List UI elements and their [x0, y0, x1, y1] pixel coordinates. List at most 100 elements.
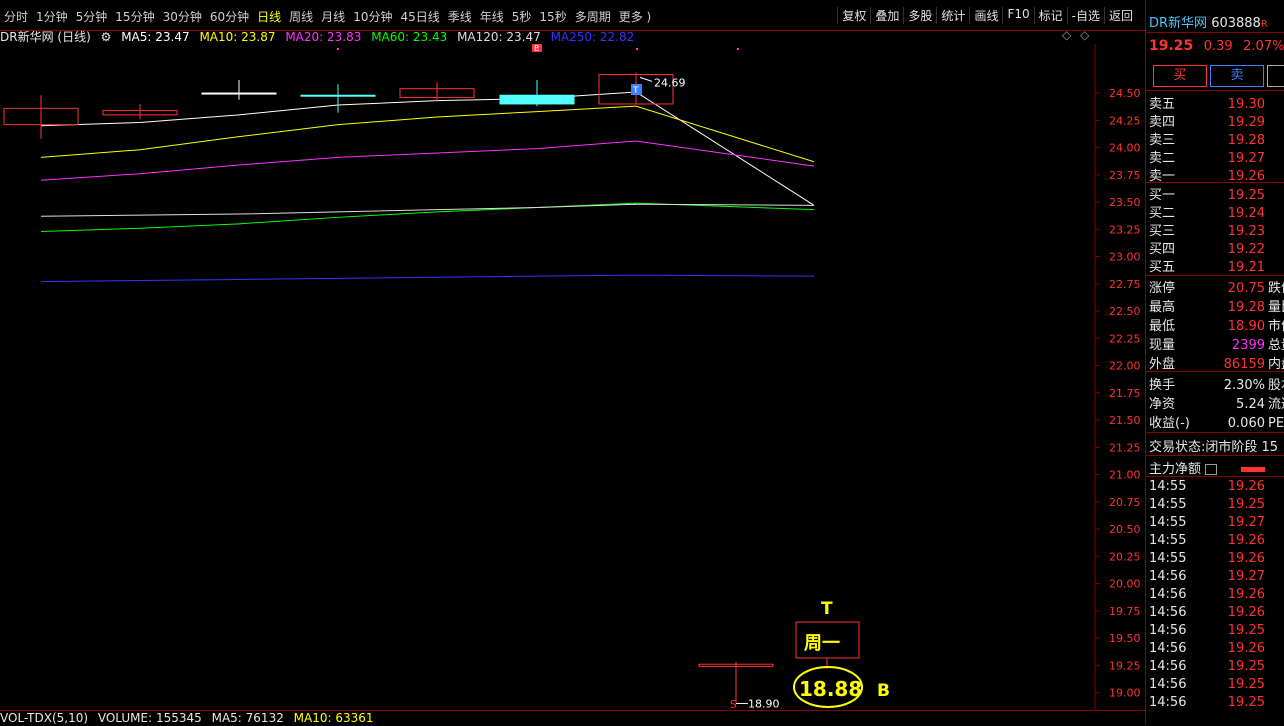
tab-12[interactable]: 年线 — [480, 8, 504, 25]
list-icon[interactable] — [1205, 464, 1218, 475]
ticks-value: 19.27 — [1227, 569, 1265, 584]
ma10-label: MA10: 23.87 — [199, 30, 276, 44]
ticks-label: 14:56 — [1149, 677, 1187, 692]
y-tick-label: 19.00 — [1109, 687, 1141, 700]
stats2-value: 2.30% — [1223, 378, 1265, 393]
stats2-label: 换手 — [1149, 378, 1176, 393]
ticks-row: 14:56 19.25 — [1149, 623, 1284, 641]
stats2-value: 0.060 — [1227, 416, 1265, 431]
asks-label: 卖三 — [1149, 133, 1176, 148]
toolbar-button-4[interactable]: 画线 — [969, 7, 1002, 24]
ticks-value: 19.27 — [1227, 515, 1265, 530]
candle-body — [201, 92, 277, 95]
low-label: 18.90 — [748, 697, 780, 710]
stats-value: 86159 — [1223, 357, 1265, 372]
ticks-value: 19.26 — [1227, 587, 1265, 602]
bids-value: 19.25 — [1227, 188, 1265, 203]
stats-row: 涨停 20.75跌停 — [1149, 277, 1284, 296]
tab-0[interactable]: 分时 — [4, 8, 28, 25]
tab-1[interactable]: 1分钟 — [36, 8, 68, 25]
kline-chart[interactable]: 24.50 24.25 24.00 23.75 23.50 23.25 23.00 22.75… — [0, 44, 1145, 710]
diamond-icon[interactable]: ◇ — [1062, 28, 1071, 42]
weekday-label: 周一 — [804, 633, 840, 654]
ma5-line — [40, 91, 815, 206]
toolbar-button-6[interactable]: 标记 — [1033, 7, 1067, 24]
toolbar-button-3[interactable]: 统计 — [936, 7, 969, 24]
toggle-icon[interactable]: ◇ — [1080, 28, 1089, 42]
toolbar-button-5[interactable]: F10 — [1002, 7, 1033, 24]
ma60-label: MA60: 23.43 — [371, 30, 448, 44]
stats-label2: 跌停 — [1268, 281, 1284, 296]
more-button[interactable] — [1267, 65, 1284, 87]
divider — [1146, 432, 1284, 433]
bids-label: 买五 — [1149, 260, 1176, 275]
ma120-label: MA120: 23.47 — [457, 30, 541, 44]
chart-header: DR新华网 (日线) ⚙ MA5: 23.47 MA10: 23.87 MA20… — [0, 28, 1095, 44]
ticks-value: 19.26 — [1227, 641, 1265, 656]
tab-15[interactable]: 多周期 — [575, 8, 611, 25]
tab-4[interactable]: 30分钟 — [163, 8, 202, 25]
tab-16[interactable]: 更多 ) — [619, 8, 652, 25]
y-tick-label: 23.50 — [1109, 196, 1141, 209]
asks-label: 卖四 — [1149, 115, 1176, 130]
asks-value: 19.27 — [1227, 151, 1265, 166]
stats-label2: 总量 — [1268, 338, 1284, 353]
vol-name: VOL-TDX(5,10) — [0, 711, 89, 725]
b-annotation: B — [877, 681, 890, 701]
tab-2[interactable]: 5分钟 — [76, 8, 108, 25]
netflow-bar — [1241, 467, 1266, 472]
tool-buttons: 复权 叠加 多股 统计 画线 F10 标记 -自选 返回 — [837, 7, 1137, 24]
tab-6[interactable]: 日线 — [257, 8, 281, 25]
tab-8[interactable]: 月线 — [321, 8, 345, 25]
asks-label: 卖二 — [1149, 151, 1176, 166]
ticks-label: 14:55 — [1149, 533, 1187, 548]
y-tick-label: 23.25 — [1109, 223, 1141, 236]
ticks-row: 14:56 19.26 — [1149, 587, 1284, 605]
stats2-row: 收益(-) 0.060 PE — [1149, 412, 1284, 431]
tab-11[interactable]: 季线 — [448, 8, 472, 25]
ma-dot — [737, 48, 739, 50]
period-toolbar: 分时 1分钟 5分钟 15分钟 30分钟 60分钟 日线 周线 月线 10分钟 45日线 季线 年线 5秒… — [0, 0, 1145, 31]
tab-13[interactable]: 5秒 — [512, 8, 532, 25]
tab-14[interactable]: 15秒 — [539, 8, 566, 25]
stats-value: 2399 — [1231, 338, 1265, 353]
ma-dot — [537, 48, 539, 50]
tab-3[interactable]: 15分钟 — [115, 8, 154, 25]
bids-row: 买三 19.23 — [1149, 220, 1284, 239]
y-tick-label: 22.25 — [1109, 332, 1141, 345]
stats-label: 最低 — [1149, 319, 1176, 334]
tab-10[interactable]: 45日线 — [400, 8, 439, 25]
ticks-label: 14:56 — [1149, 695, 1187, 710]
price-pct: 2.07% — [1243, 39, 1284, 54]
toolbar-button-1[interactable]: 叠加 — [870, 7, 903, 24]
toolbar-button-8[interactable]: 返回 — [1103, 7, 1137, 24]
toolbar-button-0[interactable]: 复权 — [837, 7, 870, 24]
ma-dot — [636, 48, 638, 50]
sell-button[interactable]: 卖 — [1210, 65, 1264, 87]
ticks-value: 19.26 — [1227, 605, 1265, 620]
ticks-label: 14:55 — [1149, 479, 1187, 494]
ma250-label: MA250: 22.82 — [550, 30, 635, 44]
buy-button[interactable]: 买 — [1153, 65, 1207, 87]
side-stock-name: DR新华网 — [1149, 16, 1208, 31]
ticks-value: 19.26 — [1227, 479, 1265, 494]
y-tick-label: 20.75 — [1109, 496, 1141, 509]
ticks-label: 14:55 — [1149, 497, 1187, 512]
bids-value: 19.22 — [1227, 242, 1265, 257]
stats-row: 外盘 86159内盘 — [1149, 353, 1284, 372]
settings-icon[interactable]: ⚙ — [101, 30, 112, 44]
y-tick-label: 22.50 — [1109, 305, 1141, 318]
stats-row: 最高 19.28量比 — [1149, 296, 1284, 315]
tab-5[interactable]: 60分钟 — [210, 8, 249, 25]
ma60-line — [40, 202, 815, 232]
toolbar-button-2[interactable]: 多股 — [903, 7, 936, 24]
ma120-line — [40, 203, 815, 217]
stats-label2: 内盘 — [1268, 357, 1284, 372]
tab-7[interactable]: 周线 — [289, 8, 313, 25]
asks-value: 19.28 — [1227, 133, 1265, 148]
asks-row: 卖五 19.30 — [1149, 93, 1284, 112]
tab-9[interactable]: 10分钟 — [353, 8, 392, 25]
toolbar-button-7[interactable]: -自选 — [1066, 7, 1104, 24]
stats-label2: 市值 — [1268, 319, 1284, 334]
y-tick-label: 19.25 — [1109, 659, 1141, 672]
